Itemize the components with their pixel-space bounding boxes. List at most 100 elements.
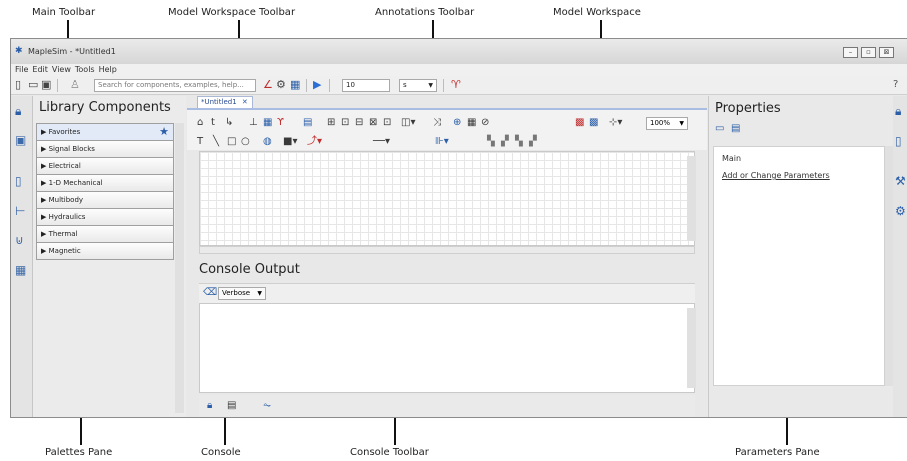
disable-icon[interactable]: ⊘ xyxy=(481,117,489,129)
right-icon-strip: 🔒︎ ▯ ⚒ ⚙ xyxy=(893,96,907,417)
window-title: MapleSim - *Untitled1 xyxy=(28,47,116,56)
search-document-icon[interactable]: ▯ xyxy=(15,174,22,188)
console-scrollbar[interactable] xyxy=(687,308,696,388)
parameters-tab-icon[interactable]: ▭ xyxy=(715,123,724,135)
open-folder-icon[interactable]: ▭ xyxy=(28,79,38,91)
align-icon[interactable]: ⊞ xyxy=(327,117,335,129)
flip-horizontal-icon[interactable]: ⊡ xyxy=(341,117,349,129)
search-input[interactable]: Search for components, examples, help... xyxy=(94,79,256,92)
library-item-hydraulics[interactable]: ▶ Hydraulics xyxy=(36,208,174,226)
simulation-time-input[interactable]: 10 xyxy=(342,79,390,92)
send-backward-icon[interactable]: ▞ xyxy=(529,136,537,148)
grid-view-icon[interactable]: ▤ xyxy=(303,117,312,129)
callout-main-toolbar: Main Toolbar xyxy=(32,7,96,18)
tab-close-icon[interactable]: ✕ xyxy=(242,98,248,106)
add-change-parameters-link[interactable]: Add or Change Parameters xyxy=(722,171,830,180)
add-icon[interactable]: ⊕ xyxy=(453,117,461,129)
new-file-icon[interactable]: ▯ xyxy=(15,79,21,91)
line-tool-icon[interactable]: ╲ xyxy=(213,136,219,148)
waveform-icon[interactable]: ⏦ xyxy=(263,400,271,412)
maximize-button[interactable]: ▫ xyxy=(861,47,876,58)
layer-dropdown-icon[interactable]: ◫▾ xyxy=(401,117,415,129)
lock-icon[interactable]: 🔒︎ xyxy=(207,400,212,412)
shuffle-icon[interactable]: ⤨ xyxy=(433,117,441,129)
time-unit-value: s xyxy=(403,81,407,89)
go-down-icon[interactable]: ↳ xyxy=(225,117,233,129)
zoom-value: 100% xyxy=(650,119,671,127)
highlight-alt-icon[interactable]: ▩ xyxy=(589,117,598,129)
analysis-icon[interactable]: ⚙ xyxy=(276,79,286,91)
tools-icon[interactable]: ⚙ xyxy=(895,204,906,218)
group-icon[interactable]: ⊡ xyxy=(383,117,391,129)
lock-icon[interactable]: 🔒︎ xyxy=(15,104,21,119)
toolbar-separator xyxy=(329,79,330,92)
play-icon[interactable]: ▶ xyxy=(313,79,321,91)
text-tool-icon[interactable]: T xyxy=(197,136,203,148)
library-item-signal-blocks[interactable]: ▶ Signal Blocks xyxy=(36,140,174,158)
user-icon[interactable]: ♙ xyxy=(70,79,80,91)
menu-edit[interactable]: Edit xyxy=(32,64,48,76)
library-item-label: 1-D Mechanical xyxy=(48,179,103,187)
library-item-favorites[interactable]: ▶ Favorites ★ xyxy=(36,123,174,141)
eraser-icon[interactable]: ⌫ xyxy=(203,287,217,299)
menu-tools[interactable]: Tools xyxy=(75,64,95,76)
verbose-select[interactable]: Verbose ▼ xyxy=(218,287,266,300)
close-window-button[interactable]: ⊠ xyxy=(879,47,894,58)
arrow-style-icon[interactable]: ⊪▾ xyxy=(435,136,449,148)
line-color-icon[interactable]: ⤴▾ xyxy=(307,136,322,148)
bring-front-icon[interactable]: ▚ xyxy=(487,136,495,148)
menu-help[interactable]: Help xyxy=(99,64,117,76)
hierarchy-icon[interactable]: ⊢ xyxy=(15,204,25,218)
color-palette-icon[interactable]: ◍ xyxy=(263,136,272,148)
line-style-icon[interactable]: ──▾ xyxy=(373,136,390,148)
tab-untitled1[interactable]: *Untitled1 ✕ xyxy=(197,96,253,108)
bring-forward-icon[interactable]: ▚ xyxy=(515,136,523,148)
lock-icon[interactable]: 🔒︎ xyxy=(895,104,901,119)
attachment-icon[interactable]: ⊍ xyxy=(15,233,24,247)
library-item-magnetic[interactable]: ▶ Magnetic xyxy=(36,242,174,260)
properties-body: Main Add or Change Parameters xyxy=(713,146,885,386)
library-item-thermal[interactable]: ▶ Thermal xyxy=(36,225,174,243)
callout-model-workspace-toolbar: Model Workspace Toolbar xyxy=(168,7,296,18)
save-icon[interactable]: ▣ xyxy=(41,79,51,91)
library-scrollbar[interactable] xyxy=(175,123,184,413)
workspace-vertical-scrollbar[interactable] xyxy=(687,156,696,241)
highlight-icon[interactable]: ▩ xyxy=(575,117,584,129)
flip-vertical-icon[interactable]: ⊟ xyxy=(355,117,363,129)
rotate-icon[interactable]: ⊠ xyxy=(369,117,377,129)
fill-color-icon[interactable]: ■▾ xyxy=(283,136,297,148)
add-port-icon[interactable]: ⊥ xyxy=(249,117,258,129)
rectangle-tool-icon[interactable]: □ xyxy=(227,136,236,148)
screenshot-root: Main Toolbar Model Workspace Toolbar Ann… xyxy=(0,0,907,461)
library-item-multibody[interactable]: ▶ Multibody xyxy=(36,191,174,209)
table-icon[interactable]: ▦ xyxy=(467,117,476,129)
wrench-icon[interactable]: ⚒ xyxy=(895,174,906,188)
document-icon[interactable]: ▯ xyxy=(895,134,902,148)
parameter-icon[interactable]: ϒ xyxy=(277,117,284,129)
menu-file[interactable]: File xyxy=(15,64,28,76)
grid-table-icon[interactable]: ▦ xyxy=(15,263,26,277)
console-output-area[interactable] xyxy=(199,303,695,393)
favorites-star-icon[interactable]: ★ xyxy=(159,125,169,139)
send-back-icon[interactable]: ▞ xyxy=(501,136,509,148)
minimize-button[interactable]: – xyxy=(843,47,858,58)
library-icon[interactable]: ▣ xyxy=(15,133,26,147)
plot-icon[interactable]: ∠ xyxy=(263,79,273,91)
help-button[interactable]: ? xyxy=(893,79,898,91)
library-item-electrical[interactable]: ▶ Electrical xyxy=(36,157,174,175)
details-tab-icon[interactable]: ▤ xyxy=(731,123,740,135)
probe-icon[interactable]: ♈ xyxy=(451,79,461,91)
time-unit-select[interactable]: s ▼ xyxy=(399,79,437,92)
console-view-icon[interactable]: ▤ xyxy=(227,400,236,412)
workspace-horizontal-scrollbar[interactable] xyxy=(199,246,695,254)
table-icon[interactable]: ▦ xyxy=(290,79,300,91)
zoom-select[interactable]: 100% ▼ xyxy=(646,117,688,130)
connector-dropdown-icon[interactable]: ⊹▾ xyxy=(609,117,622,129)
menu-view[interactable]: View xyxy=(52,64,71,76)
model-workspace-canvas[interactable] xyxy=(199,151,695,246)
subsystem-icon[interactable]: ▦ xyxy=(263,117,272,129)
library-item-1d-mechanical[interactable]: ▶ 1-D Mechanical xyxy=(36,174,174,192)
parent-level-icon[interactable]: t xyxy=(211,117,215,129)
ellipse-tool-icon[interactable]: ○ xyxy=(241,136,250,148)
home-icon[interactable]: ⌂ xyxy=(197,117,203,129)
